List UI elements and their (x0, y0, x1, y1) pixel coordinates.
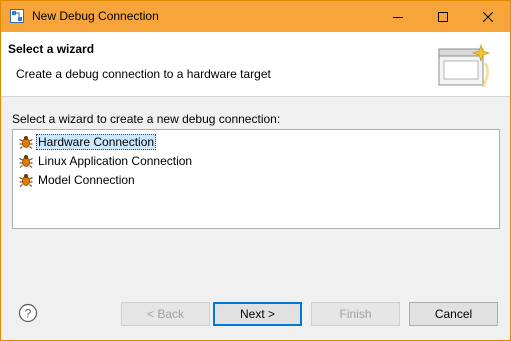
bug-connection-icon (19, 136, 33, 149)
list-item-hardware-connection[interactable]: Hardware Connection (18, 133, 157, 151)
title-bar[interactable]: New Debug Connection (1, 1, 510, 32)
next-button[interactable]: Next > (213, 302, 302, 326)
close-button[interactable] (465, 1, 510, 32)
back-button[interactable]: < Back (121, 302, 210, 326)
finish-button[interactable]: Finish (311, 302, 400, 326)
wizard-header: Select a wizard Create a debug connectio… (1, 32, 510, 97)
list-item-label: Model Connection (38, 173, 135, 187)
app-icon (10, 9, 24, 23)
maximize-button[interactable] (420, 1, 465, 32)
window-title: New Debug Connection (32, 9, 159, 23)
bug-connection-icon (19, 174, 33, 187)
wizard-prompt: Select a wizard to create a new debug co… (12, 112, 281, 126)
help-icon[interactable]: ? (18, 303, 38, 323)
list-item-label: Hardware Connection (36, 134, 157, 150)
cancel-button[interactable]: Cancel (409, 302, 498, 326)
header-title: Select a wizard (8, 42, 95, 56)
svg-text:?: ? (25, 307, 32, 321)
header-description: Create a debug connection to a hardware … (16, 67, 271, 81)
list-item-label: Linux Application Connection (38, 154, 193, 168)
list-item-model-connection[interactable]: Model Connection (18, 171, 137, 189)
minimize-icon (392, 16, 403, 18)
minimize-button[interactable] (375, 1, 420, 32)
maximize-icon (437, 11, 448, 22)
wizard-list[interactable]: Hardware Connection Linux Application Co… (12, 129, 500, 229)
bug-connection-icon (19, 155, 33, 168)
list-item-linux-application-connection[interactable]: Linux Application Connection (18, 152, 194, 170)
dialog-window: New Debug Connection Select a wizard Cre… (0, 0, 511, 341)
close-icon (482, 11, 493, 22)
wizard-banner-icon (438, 43, 491, 88)
